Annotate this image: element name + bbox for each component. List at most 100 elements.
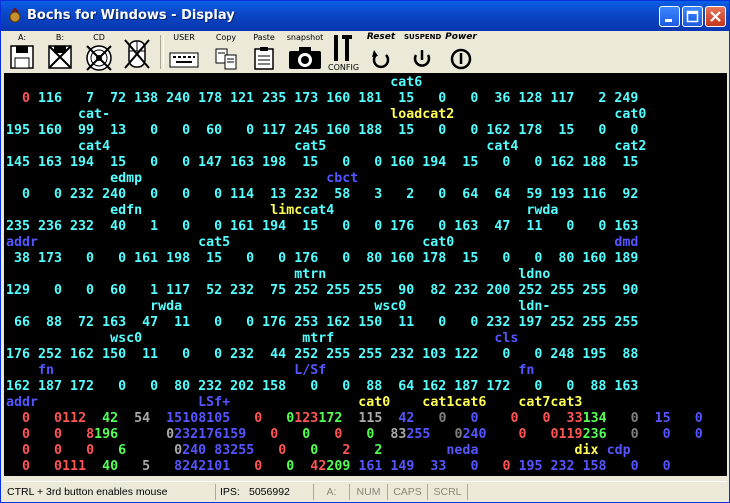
screen-text-segment: 0	[286, 443, 319, 458]
suspend-label: SUSPEND	[404, 33, 442, 41]
screen-text-segment: 0	[638, 427, 671, 442]
maximize-button[interactable]	[682, 6, 703, 27]
screen-text-segment: 112	[62, 411, 87, 426]
screen-text-row: cat6	[6, 75, 422, 91]
copy-label: Copy	[215, 33, 237, 42]
power-button[interactable]: Power	[444, 33, 478, 71]
paste-button[interactable]: Paste	[250, 33, 278, 71]
paste-label: Paste	[253, 33, 275, 42]
screen-text-segment: dmd	[614, 235, 639, 250]
user-button[interactable]: USER	[168, 33, 200, 71]
screen-text-segment: 0	[254, 443, 287, 458]
vga-display[interactable]: cat6 0 116 7 72 138 240 178 121 235 173 …	[4, 73, 727, 476]
screen-text-segment	[326, 363, 518, 378]
screen-text-segment: 242101	[182, 459, 231, 474]
screen-text-segment: 236	[582, 427, 607, 442]
screen-text-segment: edmp	[6, 171, 327, 186]
ips-value: 5056992	[249, 486, 290, 498]
screen-text-segment: 0	[446, 411, 479, 426]
screen-text-segment: 40	[86, 459, 119, 474]
config-button[interactable]: CONFIG	[328, 33, 359, 72]
screen-text-segment: loadcat2	[390, 107, 455, 122]
screen-text-segment: fn	[518, 363, 535, 378]
copy-button[interactable]: Copy	[212, 33, 240, 71]
screen-text-segment: 0	[262, 459, 295, 474]
screen-text-segment: 195 232 158	[510, 459, 607, 474]
floppy-b-label: B:	[55, 33, 65, 42]
snapshot-button[interactable]: snapshot	[286, 33, 324, 71]
screen-text-segment: 8	[62, 427, 95, 442]
screen-text-segment: cat4 cat5 cat4 cat2	[6, 139, 647, 154]
screen-text-segment: 0	[6, 411, 31, 426]
toolbar-separator	[160, 35, 164, 69]
screen-text-segment: 0	[478, 459, 511, 474]
screen-text-segment: 176 252 162 150 11 0 0 232 44 252 255 25…	[6, 347, 639, 362]
screen-text-segment: 161 149 33	[350, 459, 447, 474]
screen-text-segment: 83255	[206, 443, 255, 458]
screen-text-segment: 129 0 0 60 1 117 52 232 75 252 255 255 9…	[6, 283, 639, 298]
screen-text-row: cat4 cat5 cat4 cat2	[6, 139, 646, 155]
screen-text-segment: 0	[30, 411, 63, 426]
screen-text-segment: edfn	[6, 203, 271, 218]
screen-text-row: mtrn ldno	[6, 267, 550, 283]
reset-button[interactable]: Reset	[366, 33, 396, 71]
screen-text-segment: mtrn ldno	[6, 267, 551, 282]
screen-text-segment: addr	[6, 395, 39, 410]
paste-icon	[254, 47, 274, 70]
floppy-a-button[interactable]: A:	[8, 33, 36, 71]
screen-text-segment: 108105	[182, 411, 231, 426]
screen-text-segment: 38 173 0 0 161 198 15 0 0 176 0 80 160 1…	[6, 251, 639, 266]
screen-text-segment: 2	[350, 443, 383, 458]
screen-text-row: edmp cbct	[6, 171, 358, 187]
screen-text-segment: cat0	[454, 107, 647, 122]
cdrom-icon	[86, 45, 112, 71]
screen-text-segment: 0	[518, 411, 551, 426]
screen-text-segment: 6	[94, 443, 127, 458]
title-bar[interactable]: Bochs for Windows - Display	[1, 1, 729, 31]
screen-text-segment	[478, 443, 574, 458]
screen-text-row: 0 0 0 6 0240 83255 0 0 2 2 neda dix cdp	[6, 443, 631, 459]
screen-text-segment: 235 236 232 40 1 0 0 161 194 15 0 0 176 …	[6, 219, 639, 234]
screen-text-row: 162 187 172 0 0 80 232 202 158 0 0 88 64…	[6, 379, 638, 395]
power-icon	[450, 48, 472, 70]
bochs-app-icon[interactable]	[7, 8, 23, 24]
screen-text-segment: 0	[414, 411, 447, 426]
screen-text-segment: 0 0 232 240 0 0 0 114 13 232 58 3 2 0 64…	[6, 187, 639, 202]
toolbar: A: B: CD USER Copy Paste snapshot CONFIG…	[4, 31, 726, 73]
screen-text-segment: 0	[6, 443, 31, 458]
ips-label: IPS:	[215, 484, 245, 500]
snapshot-label: snapshot	[286, 33, 324, 42]
close-icon	[710, 11, 721, 22]
close-button[interactable]	[705, 6, 726, 27]
screen-text-row: rwda wsc0 ldn-	[6, 299, 550, 315]
screen-text-segment: dix	[574, 443, 599, 458]
screen-text-segment: wsc0 mtrf	[6, 331, 495, 346]
screen-text-segment: 123	[294, 411, 319, 426]
screen-text-segment	[38, 395, 198, 410]
screen-text-segment: 2	[318, 443, 351, 458]
screen-text-segment: 209	[326, 459, 351, 474]
screen-text-segment: 5	[118, 459, 151, 474]
screen-text-row: 66 88 72 163 47 11 0 0 176 253 162 150 1…	[6, 315, 638, 331]
floppy-b-button[interactable]: B:	[46, 33, 74, 71]
suspend-button[interactable]: SUSPEND	[404, 33, 442, 71]
floppy-a-icon	[10, 45, 34, 69]
screen-text-segment: 42	[382, 411, 415, 426]
screen-text-row: 145 163 194 15 0 0 147 163 198 15 0 0 16…	[6, 155, 638, 171]
screen-text-segment: 0	[670, 427, 703, 442]
screen-text-segment: 0	[606, 459, 639, 474]
window-title: Bochs for Windows - Display	[27, 8, 235, 23]
minimize-button[interactable]	[659, 6, 680, 27]
screen-text-segment: cls	[494, 331, 519, 346]
screen-text-segment: 0	[246, 427, 279, 442]
screen-text-segment: 54	[118, 411, 151, 426]
floppy-a-label: A:	[17, 33, 27, 42]
reset-icon	[372, 50, 390, 69]
screen-text-segment: 134	[582, 411, 607, 426]
mouse-button[interactable]	[122, 33, 152, 71]
screen-text-segment: 33	[550, 411, 583, 426]
screen-text-segment: 0	[118, 427, 175, 442]
cdrom-button[interactable]: CD	[84, 33, 114, 71]
screen-text-segment: 0	[30, 459, 63, 474]
screen-text-segment: 0	[606, 411, 639, 426]
